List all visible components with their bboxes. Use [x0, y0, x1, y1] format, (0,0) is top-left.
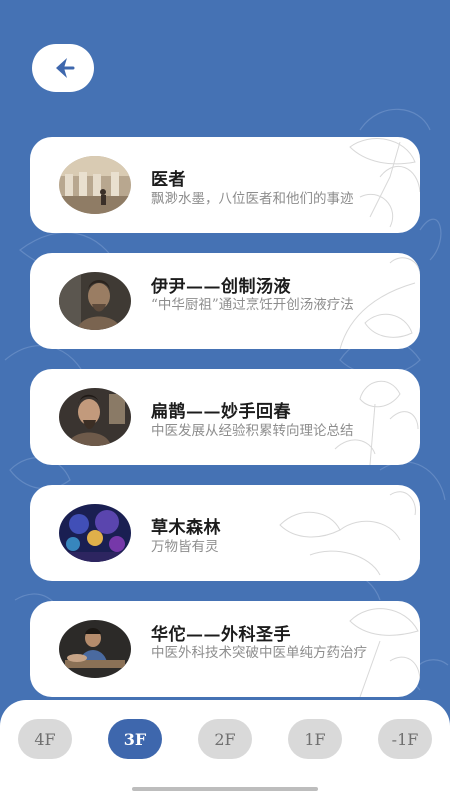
floor-button-1f[interactable]: 1F	[288, 719, 342, 759]
exhibit-description: 中医发展从经验积累转向理论总结	[151, 423, 354, 439]
card-flower-decoration	[279, 491, 416, 576]
exhibit-thumbnail	[59, 504, 131, 562]
back-button[interactable]	[32, 44, 94, 92]
floor-button-b1[interactable]: -1F	[378, 719, 432, 759]
card-flower-decoration	[349, 138, 420, 228]
exhibit-thumbnail	[59, 388, 131, 446]
bian-que-portrait-photo	[59, 388, 131, 446]
floor-button-4f[interactable]: 4F	[18, 719, 72, 759]
exhibit-title: 华佗——外科圣手	[151, 625, 291, 645]
exhibit-thumbnail	[59, 156, 131, 214]
glowing-plants-photo	[59, 504, 131, 562]
exhibit-title: 扁鹊——妙手回春	[151, 402, 291, 422]
back-arrow-icon	[56, 58, 75, 78]
exhibit-title: 草木森林	[151, 518, 221, 538]
exhibit-thumbnail	[59, 272, 131, 330]
exhibit-thumbnail	[59, 620, 131, 678]
floor-buttons: 4F 3F 2F 1F -1F	[18, 719, 432, 759]
floor-button-3f[interactable]: 3F	[108, 719, 162, 759]
exhibit-title: 伊尹——创制汤液	[151, 277, 291, 297]
exhibit-card-yi-yin[interactable]: 伊尹——创制汤液 “中华厨祖”通过烹饪开创汤液疗法	[30, 253, 420, 349]
floor-selector-bar: 4F 3F 2F 1F -1F	[0, 700, 450, 800]
home-indicator[interactable]	[132, 787, 318, 791]
exhibit-description: “中华厨祖”通过烹饪开创汤液疗法	[151, 297, 354, 313]
exhibit-description: 万物皆有灵	[151, 539, 219, 555]
exhibit-card-doctors[interactable]: 医者 飘渺水墨，八位医者和他们的事迹	[30, 137, 420, 233]
hua-tuo-scene-photo	[59, 620, 131, 678]
yi-yin-statue-photo	[59, 272, 131, 330]
museum-hall-photo	[59, 156, 131, 214]
exhibit-description: 飘渺水墨，八位医者和他们的事迹	[151, 191, 354, 207]
exhibit-card-bian-que[interactable]: 扁鹊——妙手回春 中医发展从经验积累转向理论总结	[30, 369, 420, 465]
exhibit-card-forest[interactable]: 草木森林 万物皆有灵	[30, 485, 420, 581]
floor-button-2f[interactable]: 2F	[198, 719, 252, 759]
exhibit-description: 中医外科技术突破中医单纯方药治疗	[151, 645, 367, 661]
exhibit-card-hua-tuo[interactable]: 华佗——外科圣手 中医外科技术突破中医单纯方药治疗	[30, 601, 420, 697]
exhibit-title: 医者	[151, 170, 186, 190]
exhibit-list: 医者 飘渺水墨，八位医者和他们的事迹 伊尹——创制汤液 “中华厨祖”通过烹饪开创…	[30, 137, 420, 717]
